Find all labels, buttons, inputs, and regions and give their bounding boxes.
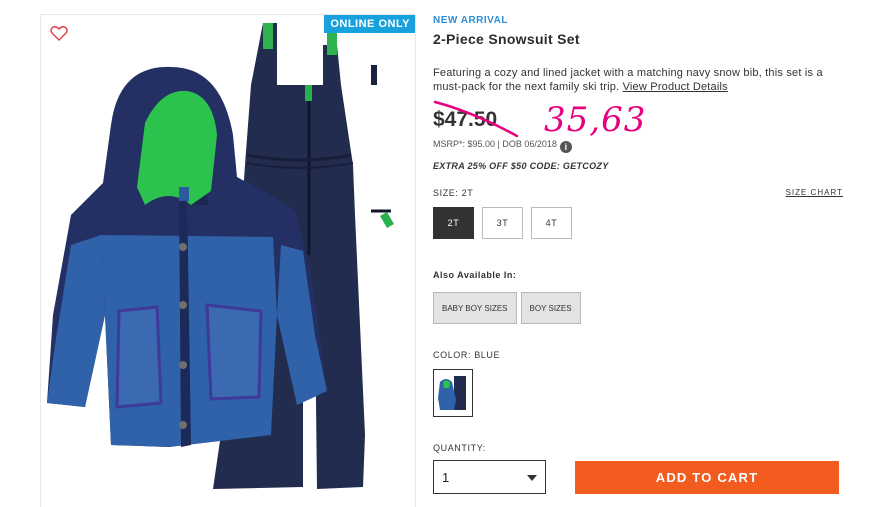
also-available-label: Also Available In: [433,270,517,280]
product-title: 2-Piece Snowsuit Set [433,31,580,47]
heart-outline-icon [50,25,68,42]
price-strike-mark [433,100,519,138]
color-swatch-blue[interactable] [433,369,473,417]
quantity-select[interactable]: 1 [433,460,546,494]
swatch-thumbnail [438,376,466,410]
size-option-2t[interactable]: 2T [433,207,474,239]
new-arrival-label: NEW ARRIVAL [433,15,508,26]
info-icon[interactable]: i [559,141,572,153]
quantity-label: QUANTITY: [433,443,486,453]
size-option-4t[interactable]: 4T [531,207,572,239]
color-label: COLOR: BLUE [433,350,501,360]
product-image-panel: ONLINE ONLY [40,14,416,507]
also-available-options: BABY BOY SIZES BOY SIZES [433,292,581,324]
msrp-text: MSRP*: $95.00 | DOB 06/2018 i [433,139,572,153]
product-description: Featuring a cozy and lined jacket with a… [433,66,843,94]
quantity-value: 1 [442,470,450,485]
favorite-button[interactable] [49,23,69,43]
chevron-down-icon [527,475,537,481]
size-options: 2T 3T 4T [433,207,572,239]
baby-boy-sizes-button[interactable]: BABY BOY SIZES [433,292,517,324]
product-image[interactable] [41,15,416,507]
handwritten-sale-price: 35,63 [544,100,647,140]
view-product-details-link[interactable]: View Product Details [623,81,728,93]
online-only-badge: ONLINE ONLY [324,15,415,33]
size-option-3t[interactable]: 3T [482,207,523,239]
promo-text: EXTRA 25% OFF $50 CODE: GETCOZY [433,161,609,171]
size-chart-link[interactable]: SIZE CHART [786,188,843,197]
add-to-cart-button[interactable]: ADD TO CART [575,461,839,494]
boy-sizes-button[interactable]: BOY SIZES [520,292,581,324]
size-label: SIZE: 2T [433,188,474,198]
msrp-value: MSRP*: $95.00 | DOB 06/2018 [433,139,557,149]
